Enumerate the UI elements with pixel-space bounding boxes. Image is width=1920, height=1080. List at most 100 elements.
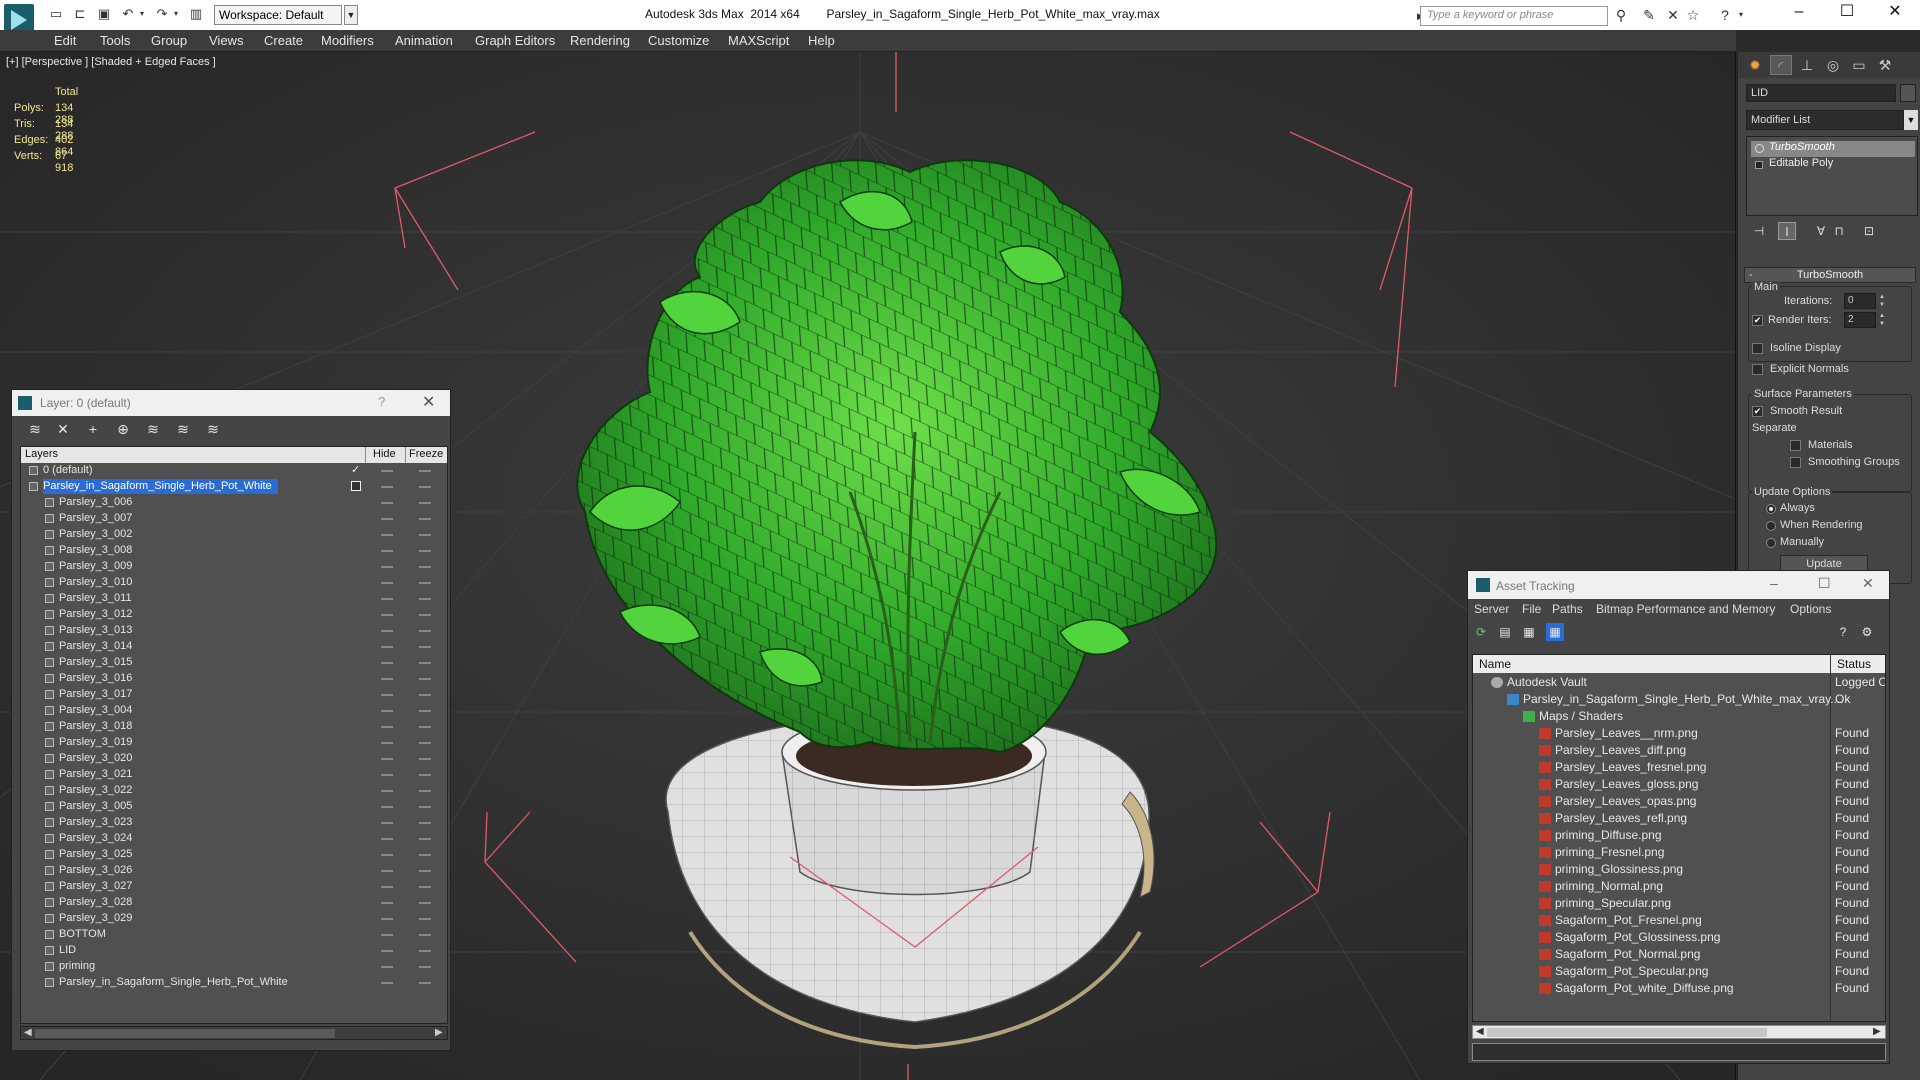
make-unique-icon[interactable]: ∀ xyxy=(1812,222,1830,240)
isoline-display-checkbox[interactable] xyxy=(1752,343,1763,354)
asset-row[interactable]: Sagaform_Pot_Normal.png Found xyxy=(1473,946,1885,963)
hide-toggle[interactable] xyxy=(381,678,393,680)
hide-toggle[interactable] xyxy=(381,742,393,744)
layer-row[interactable]: Parsley_3_013 xyxy=(21,623,447,639)
modify-tab-icon[interactable]: ◜ xyxy=(1770,55,1792,75)
redo-dropdown-icon[interactable]: ▾ xyxy=(168,7,184,21)
hide-toggle[interactable] xyxy=(381,854,393,856)
render-iters-spinner[interactable]: ▲ ▼ xyxy=(1878,312,1886,328)
layer-name[interactable]: Parsley_3_018 xyxy=(59,719,138,734)
refresh-icon[interactable]: ⟳ xyxy=(1472,623,1490,641)
asset-row[interactable]: priming_Normal.png Found xyxy=(1473,878,1885,895)
smooth-result-checkbox[interactable]: ✔ xyxy=(1752,406,1763,417)
display-tab-icon[interactable]: ▭ xyxy=(1848,55,1870,75)
freeze-toggle[interactable] xyxy=(419,710,431,712)
hide-toggle[interactable] xyxy=(381,566,393,568)
layer-row[interactable]: Parsley_3_005 xyxy=(21,799,447,815)
layer-name[interactable]: Parsley_3_008 xyxy=(59,543,138,558)
layer-name[interactable]: Parsley_3_004 xyxy=(59,703,138,718)
layer-row[interactable]: priming xyxy=(21,959,447,975)
asset-menu-server[interactable]: Server xyxy=(1474,602,1509,616)
scroll-right-icon[interactable]: ▶ xyxy=(1873,1026,1881,1038)
active-layer-check-icon[interactable]: ✓ xyxy=(351,463,360,476)
hide-toggle[interactable] xyxy=(381,646,393,648)
asset-row[interactable]: Parsley_Leaves_refl.png Found xyxy=(1473,810,1885,827)
status-column-header[interactable]: Status xyxy=(1837,657,1871,671)
layer-row[interactable]: Parsley_3_008 xyxy=(21,543,447,559)
hide-toggle[interactable] xyxy=(381,598,393,600)
freeze-toggle[interactable] xyxy=(419,838,431,840)
layer-name[interactable]: Parsley_3_023 xyxy=(59,815,138,830)
object-name-field[interactable]: LID xyxy=(1746,84,1896,102)
hide-toggle[interactable] xyxy=(381,758,393,760)
modifier-list-arrow-icon[interactable]: ▼ xyxy=(1904,110,1918,130)
layer-row[interactable]: Parsley_3_022 xyxy=(21,783,447,799)
hide-toggle[interactable] xyxy=(381,790,393,792)
modifier-list-dropdown[interactable]: Modifier List xyxy=(1746,110,1904,130)
layer-name[interactable]: Parsley_3_013 xyxy=(59,623,138,638)
freeze-toggle[interactable] xyxy=(419,662,431,664)
asset-row[interactable]: Parsley_Leaves_opas.png Found xyxy=(1473,793,1885,810)
close-button[interactable]: ✕ xyxy=(1872,0,1918,26)
layer-name[interactable]: Parsley_3_020 xyxy=(59,751,138,766)
layer-row[interactable]: Parsley_3_016 xyxy=(21,671,447,687)
freeze-toggle[interactable] xyxy=(419,934,431,936)
menu-create[interactable]: Create xyxy=(264,33,303,48)
layer-row[interactable]: Parsley_3_021 xyxy=(21,767,447,783)
layer-name[interactable]: Parsley_3_028 xyxy=(59,895,138,910)
asset-row[interactable]: Sagaform_Pot_Fresnel.png Found xyxy=(1473,912,1885,929)
layer-name[interactable]: Parsley_3_024 xyxy=(59,831,138,846)
asset-settings-icon[interactable]: ⚙ xyxy=(1858,623,1876,641)
freeze-toggle[interactable] xyxy=(419,790,431,792)
layer-row[interactable]: Parsley_3_029 xyxy=(21,911,447,927)
current-layer-box-icon[interactable] xyxy=(351,481,361,491)
materials-checkbox[interactable] xyxy=(1790,440,1801,451)
freeze-toggle[interactable] xyxy=(419,518,431,520)
highlight-selected-icon[interactable]: ≋ xyxy=(144,420,162,438)
layer-name[interactable]: Parsley_3_009 xyxy=(59,559,138,574)
update-always-radio[interactable] xyxy=(1766,504,1776,514)
search-input[interactable]: Type a keyword or phrase xyxy=(1420,6,1608,26)
layer-name[interactable]: Parsley_3_006 xyxy=(59,495,138,510)
asset-menu-file[interactable]: File xyxy=(1522,602,1541,616)
list-view-icon[interactable]: ▤ xyxy=(1496,623,1514,641)
workspace-dropdown-icon[interactable]: ▼ xyxy=(344,5,358,25)
freeze-toggle[interactable] xyxy=(419,678,431,680)
favorites-star-icon[interactable]: ☆ xyxy=(1684,7,1702,23)
asset-menu-paths[interactable]: Paths xyxy=(1552,602,1583,616)
save-icon[interactable]: ▣ xyxy=(96,7,112,21)
asset-path-field[interactable] xyxy=(1472,1043,1886,1061)
freeze-unfreeze-all-icon[interactable]: ≋ xyxy=(204,420,222,438)
asset-row[interactable]: Parsley_Leaves_fresnel.png Found xyxy=(1473,759,1885,776)
menu-group[interactable]: Group xyxy=(151,33,187,48)
asset-row[interactable]: priming_Diffuse.png Found xyxy=(1473,827,1885,844)
hide-toggle[interactable] xyxy=(381,710,393,712)
freeze-toggle[interactable] xyxy=(419,854,431,856)
layer-name[interactable]: Parsley_3_021 xyxy=(59,767,138,782)
layer-name[interactable]: LID xyxy=(59,943,82,958)
asset-minimize-icon[interactable]: – xyxy=(1770,575,1778,591)
freeze-column-header[interactable]: Freeze xyxy=(409,448,443,460)
layer-name[interactable]: Parsley_3_014 xyxy=(59,639,138,654)
freeze-toggle[interactable] xyxy=(419,566,431,568)
iterations-spinner[interactable]: ▲ ▼ xyxy=(1878,293,1886,309)
freeze-toggle[interactable] xyxy=(419,470,431,472)
hide-toggle[interactable] xyxy=(381,726,393,728)
layer-name[interactable]: Parsley_3_022 xyxy=(59,783,138,798)
open-file-icon[interactable]: ⊏ xyxy=(72,7,88,21)
hide-toggle[interactable] xyxy=(381,886,393,888)
expand-box-icon[interactable] xyxy=(1755,161,1763,169)
hide-toggle[interactable] xyxy=(381,630,393,632)
layer-row[interactable]: Parsley_3_020 xyxy=(21,751,447,767)
freeze-toggle[interactable] xyxy=(419,486,431,488)
freeze-toggle[interactable] xyxy=(419,886,431,888)
freeze-toggle[interactable] xyxy=(419,550,431,552)
layer-row[interactable]: Parsley_3_010 xyxy=(21,575,447,591)
configure-modifier-sets-icon[interactable]: ⊡ xyxy=(1860,222,1878,240)
freeze-toggle[interactable] xyxy=(419,598,431,600)
layer-row[interactable]: Parsley_3_018 xyxy=(21,719,447,735)
collapse-icon[interactable]: - xyxy=(1749,268,1753,282)
hide-toggle[interactable] xyxy=(381,934,393,936)
hide-toggle[interactable] xyxy=(381,902,393,904)
hide-toggle[interactable] xyxy=(381,806,393,808)
